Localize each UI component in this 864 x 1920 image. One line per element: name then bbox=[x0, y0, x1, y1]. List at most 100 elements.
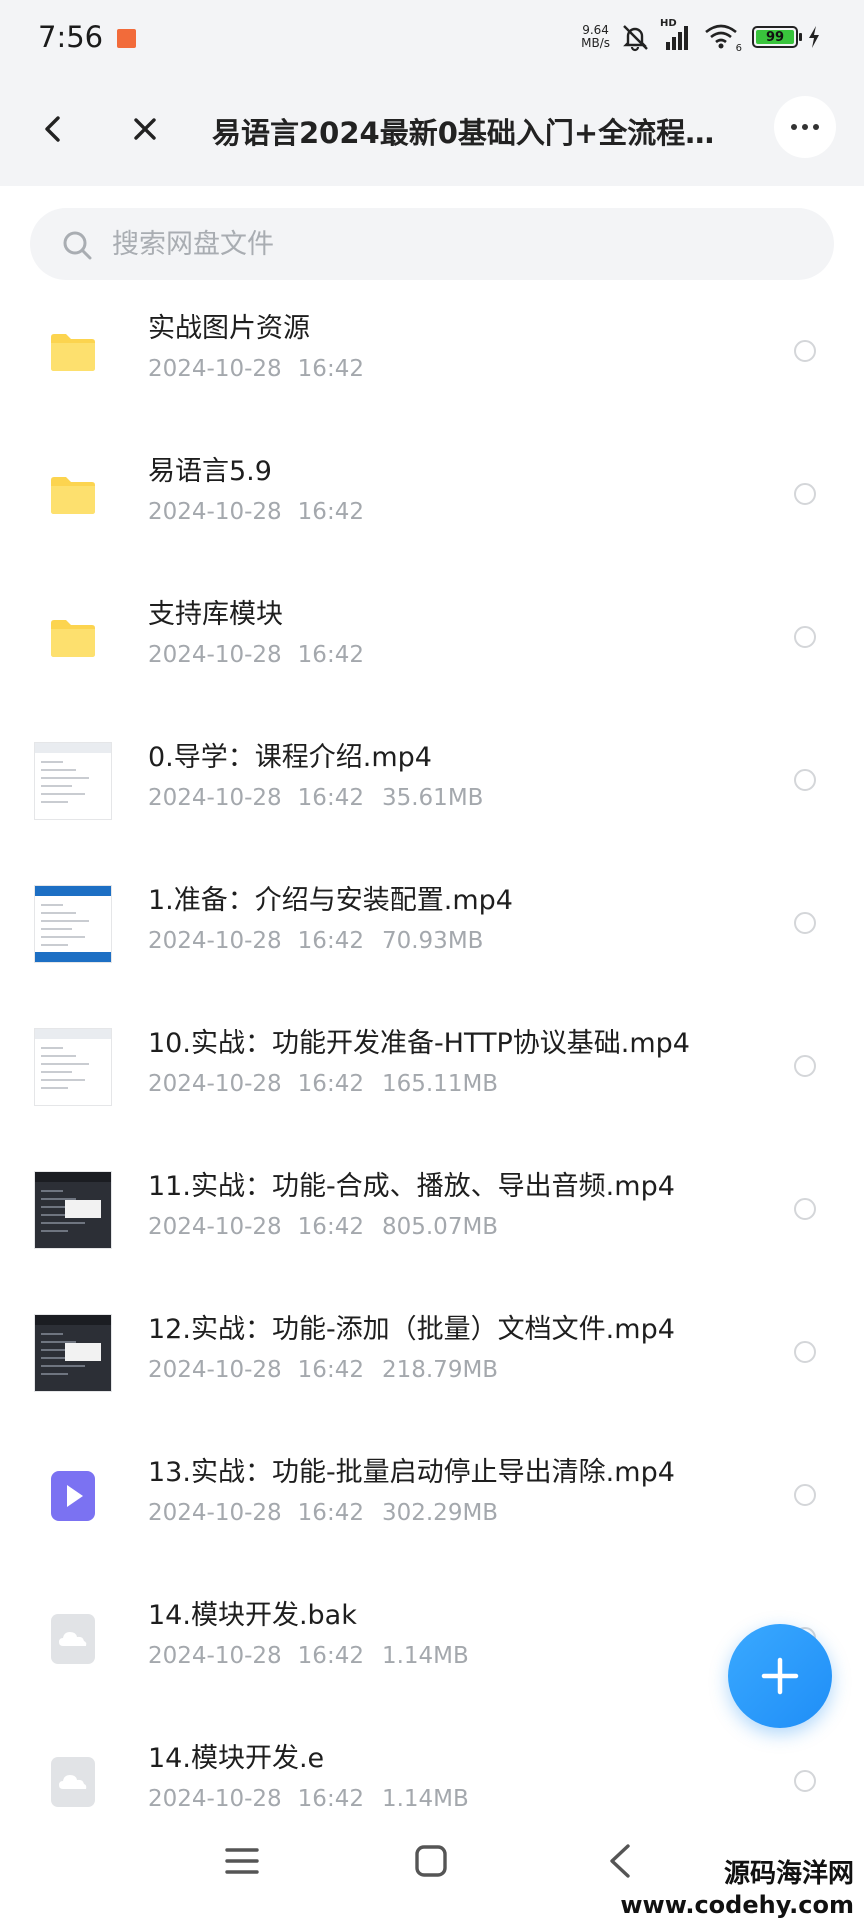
file-thumbnail bbox=[31, 1600, 115, 1678]
file-row[interactable]: 易语言5.9 2024-10-28 16:42 bbox=[0, 423, 864, 566]
menu-icon[interactable] bbox=[224, 1844, 260, 1878]
file-thumbnail bbox=[31, 599, 115, 677]
file-meta: 2024-10-28 16:42 bbox=[148, 356, 382, 382]
file-thumbnail bbox=[31, 313, 115, 391]
unknown-file-icon bbox=[51, 1614, 95, 1664]
file-time: 16:42 bbox=[297, 1500, 364, 1526]
file-meta: 2024-10-28 16:42 218.79MB bbox=[148, 1357, 498, 1383]
file-row[interactable]: 1.准备：介绍与安装配置.mp4 2024-10-28 16:42 70.93MB bbox=[0, 852, 864, 995]
file-date: 2024-10-28 bbox=[148, 785, 282, 811]
select-checkbox[interactable] bbox=[794, 1484, 816, 1506]
file-meta: 2024-10-28 16:42 35.61MB bbox=[148, 785, 483, 811]
file-row[interactable]: 12.实战：功能-添加（批量）文档文件.mp4 2024-10-28 16:42 21… bbox=[0, 1281, 864, 1424]
wifi-label: 6 bbox=[735, 43, 742, 54]
file-size: 218.79MB bbox=[381, 1357, 499, 1383]
unknown-file-icon bbox=[51, 1757, 95, 1807]
file-name: 14.模块开发.e bbox=[148, 1743, 325, 1774]
file-date: 2024-10-28 bbox=[148, 1071, 282, 1097]
file-name: 14.模块开发.bak bbox=[148, 1600, 357, 1631]
wifi-icon: 6 bbox=[704, 22, 742, 54]
file-row[interactable]: 10.实战：功能开发准备-HTTP协议基础.mp4 2024-10-28 16:42… bbox=[0, 995, 864, 1138]
file-time: 16:42 bbox=[297, 1786, 364, 1812]
file-list: 实战图片资源 2024-10-28 16:42 易语言5.9 2024-10-28 16:… bbox=[0, 280, 864, 1853]
select-checkbox[interactable] bbox=[794, 912, 816, 934]
file-name: 0.导学：课程介绍.mp4 bbox=[148, 742, 432, 773]
title-bar: 易语言2024最新0基础入门+全流程实战课程 bbox=[0, 72, 864, 186]
file-size: 1.14MB bbox=[381, 1643, 469, 1669]
video-thumbnail bbox=[34, 1314, 112, 1392]
file-time: 16:42 bbox=[297, 356, 364, 382]
select-checkbox[interactable] bbox=[794, 769, 816, 791]
video-thumbnail bbox=[34, 1028, 112, 1106]
file-date: 2024-10-28 bbox=[148, 1214, 282, 1240]
home-icon[interactable] bbox=[414, 1844, 448, 1878]
select-checkbox[interactable] bbox=[794, 1770, 816, 1792]
select-checkbox[interactable] bbox=[794, 1341, 816, 1363]
search-input[interactable] bbox=[112, 208, 792, 280]
file-meta: 2024-10-28 16:42 302.29MB bbox=[148, 1500, 498, 1526]
file-meta: 2024-10-28 16:42 bbox=[148, 499, 382, 525]
video-thumbnail bbox=[34, 885, 112, 963]
file-meta: 2024-10-28 16:42 70.93MB bbox=[148, 928, 483, 954]
file-date: 2024-10-28 bbox=[148, 928, 282, 954]
file-time: 16:42 bbox=[297, 1357, 364, 1383]
select-checkbox[interactable] bbox=[794, 1055, 816, 1077]
video-thumbnail bbox=[34, 742, 112, 820]
file-date: 2024-10-28 bbox=[148, 642, 282, 668]
file-thumbnail bbox=[31, 885, 115, 963]
back-button[interactable] bbox=[30, 106, 76, 152]
file-meta: 2024-10-28 16:42 1.14MB bbox=[148, 1786, 469, 1812]
file-thumbnail bbox=[31, 742, 115, 820]
file-name: 12.实战：功能-添加（批量）文档文件.mp4 bbox=[148, 1314, 675, 1345]
search-bar[interactable] bbox=[30, 208, 834, 280]
search-icon bbox=[63, 231, 92, 260]
chevron-left-icon bbox=[45, 116, 60, 142]
file-meta: 2024-10-28 16:42 bbox=[148, 642, 382, 668]
close-icon bbox=[134, 118, 156, 140]
folder-icon bbox=[51, 620, 95, 657]
file-time: 16:42 bbox=[297, 499, 364, 525]
file-time: 16:42 bbox=[297, 642, 364, 668]
file-date: 2024-10-28 bbox=[148, 1500, 282, 1526]
file-row[interactable]: 11.实战：功能-合成、播放、导出音频.mp4 2024-10-28 16:42 80… bbox=[0, 1138, 864, 1281]
charging-icon bbox=[809, 26, 819, 48]
file-name: 易语言5.9 bbox=[148, 456, 272, 487]
file-date: 2024-10-28 bbox=[148, 1357, 282, 1383]
file-date: 2024-10-28 bbox=[148, 1643, 282, 1669]
file-row[interactable]: 支持库模块 2024-10-28 16:42 bbox=[0, 566, 864, 709]
add-button[interactable] bbox=[728, 1624, 832, 1728]
file-row[interactable]: 实战图片资源 2024-10-28 16:42 bbox=[0, 280, 864, 423]
select-checkbox[interactable] bbox=[794, 483, 816, 505]
file-row[interactable]: 0.导学：课程介绍.mp4 2024-10-28 16:42 35.61MB bbox=[0, 709, 864, 852]
page-title: 易语言2024最新0基础入门+全流程实战课程 bbox=[212, 116, 742, 150]
file-size: 35.61MB bbox=[381, 785, 484, 811]
file-time: 16:42 bbox=[297, 1071, 364, 1097]
select-checkbox[interactable] bbox=[794, 626, 816, 648]
file-time: 16:42 bbox=[297, 1214, 364, 1240]
file-size: 70.93MB bbox=[381, 928, 484, 954]
status-indicators: 9.64 MB/s HD 6 99 bbox=[581, 18, 820, 54]
select-checkbox[interactable] bbox=[794, 1198, 816, 1220]
video-file-icon bbox=[51, 1471, 95, 1521]
folder-icon bbox=[51, 477, 95, 514]
file-time: 16:42 bbox=[297, 785, 364, 811]
file-name: 实战图片资源 bbox=[148, 313, 310, 344]
file-name: 10.实战：功能开发准备-HTTP协议基础.mp4 bbox=[148, 1028, 690, 1059]
file-time: 16:42 bbox=[297, 1643, 364, 1669]
cell-signal-icon: HD bbox=[660, 18, 694, 52]
file-row[interactable]: 13.实战：功能-批量启动停止导出清除.mp4 2024-10-28 16:42 30… bbox=[0, 1424, 864, 1567]
more-options-button[interactable] bbox=[774, 96, 836, 158]
battery-icon: 99 bbox=[752, 26, 802, 48]
file-thumbnail bbox=[31, 456, 115, 534]
watermark: 源码海洋网 www.codehy.com bbox=[620, 1858, 854, 1920]
notification-icon bbox=[117, 29, 136, 48]
close-button[interactable] bbox=[122, 106, 168, 152]
watermark-url: www.codehy.com bbox=[620, 1891, 854, 1919]
file-size: 1.14MB bbox=[381, 1786, 469, 1812]
select-checkbox[interactable] bbox=[794, 340, 816, 362]
file-name: 支持库模块 bbox=[148, 599, 283, 630]
status-time: 7:56 bbox=[38, 20, 104, 54]
file-meta: 2024-10-28 16:42 165.11MB bbox=[148, 1071, 498, 1097]
net-speed-unit: MB/s bbox=[581, 36, 610, 50]
file-thumbnail bbox=[31, 1457, 115, 1535]
